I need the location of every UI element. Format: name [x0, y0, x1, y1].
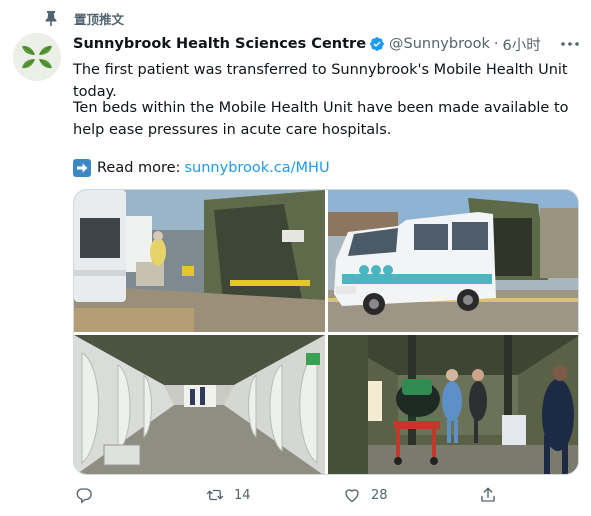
more-options-icon[interactable]	[558, 35, 582, 53]
share-icon	[481, 487, 495, 502]
tweet-time[interactable]: 6小时	[502, 34, 540, 55]
retweet-count: 14	[234, 487, 251, 503]
media-grid	[73, 189, 579, 475]
tent-interior-photo[interactable]	[74, 335, 325, 474]
tweet-header: Sunnybrook Health Sciences Centre @Sunny…	[73, 34, 541, 54]
reply-button[interactable]	[75, 486, 103, 504]
right-arrow-emoji-icon	[73, 159, 91, 177]
header-separator: ·	[493, 36, 499, 52]
retweet-icon	[206, 489, 224, 501]
read-more-row: Read more: sunnybrook.ca/MHU	[73, 157, 583, 179]
retweet-button[interactable]: 14	[206, 486, 251, 504]
pinned-label: 置顶推文	[74, 12, 125, 27]
van-photo[interactable]	[328, 190, 578, 332]
read-more-link[interactable]: sunnybrook.ca/MHU	[185, 157, 330, 179]
read-more-label: Read more:	[97, 160, 181, 176]
heart-icon	[345, 489, 359, 503]
avatar[interactable]	[13, 33, 61, 81]
like-button[interactable]: 28	[343, 486, 388, 504]
share-button[interactable]	[479, 486, 507, 504]
ambulance-tent-photo[interactable]	[74, 190, 325, 332]
tweet-actions: 14 28	[73, 486, 583, 508]
like-count: 28	[371, 487, 388, 503]
pin-icon	[45, 11, 57, 26]
author-name[interactable]: Sunnybrook Health Sciences Centre	[73, 36, 366, 52]
reply-icon	[76, 488, 92, 504]
patient-transfer-photo[interactable]	[328, 335, 578, 474]
sunnybrook-leaf-logo-icon	[13, 33, 61, 81]
author-handle[interactable]: @Sunnybrook	[389, 36, 490, 52]
tweet-text-line-2: Ten beds within the Mobile Health Unit h…	[73, 100, 569, 138]
verified-badge-icon	[370, 37, 384, 51]
